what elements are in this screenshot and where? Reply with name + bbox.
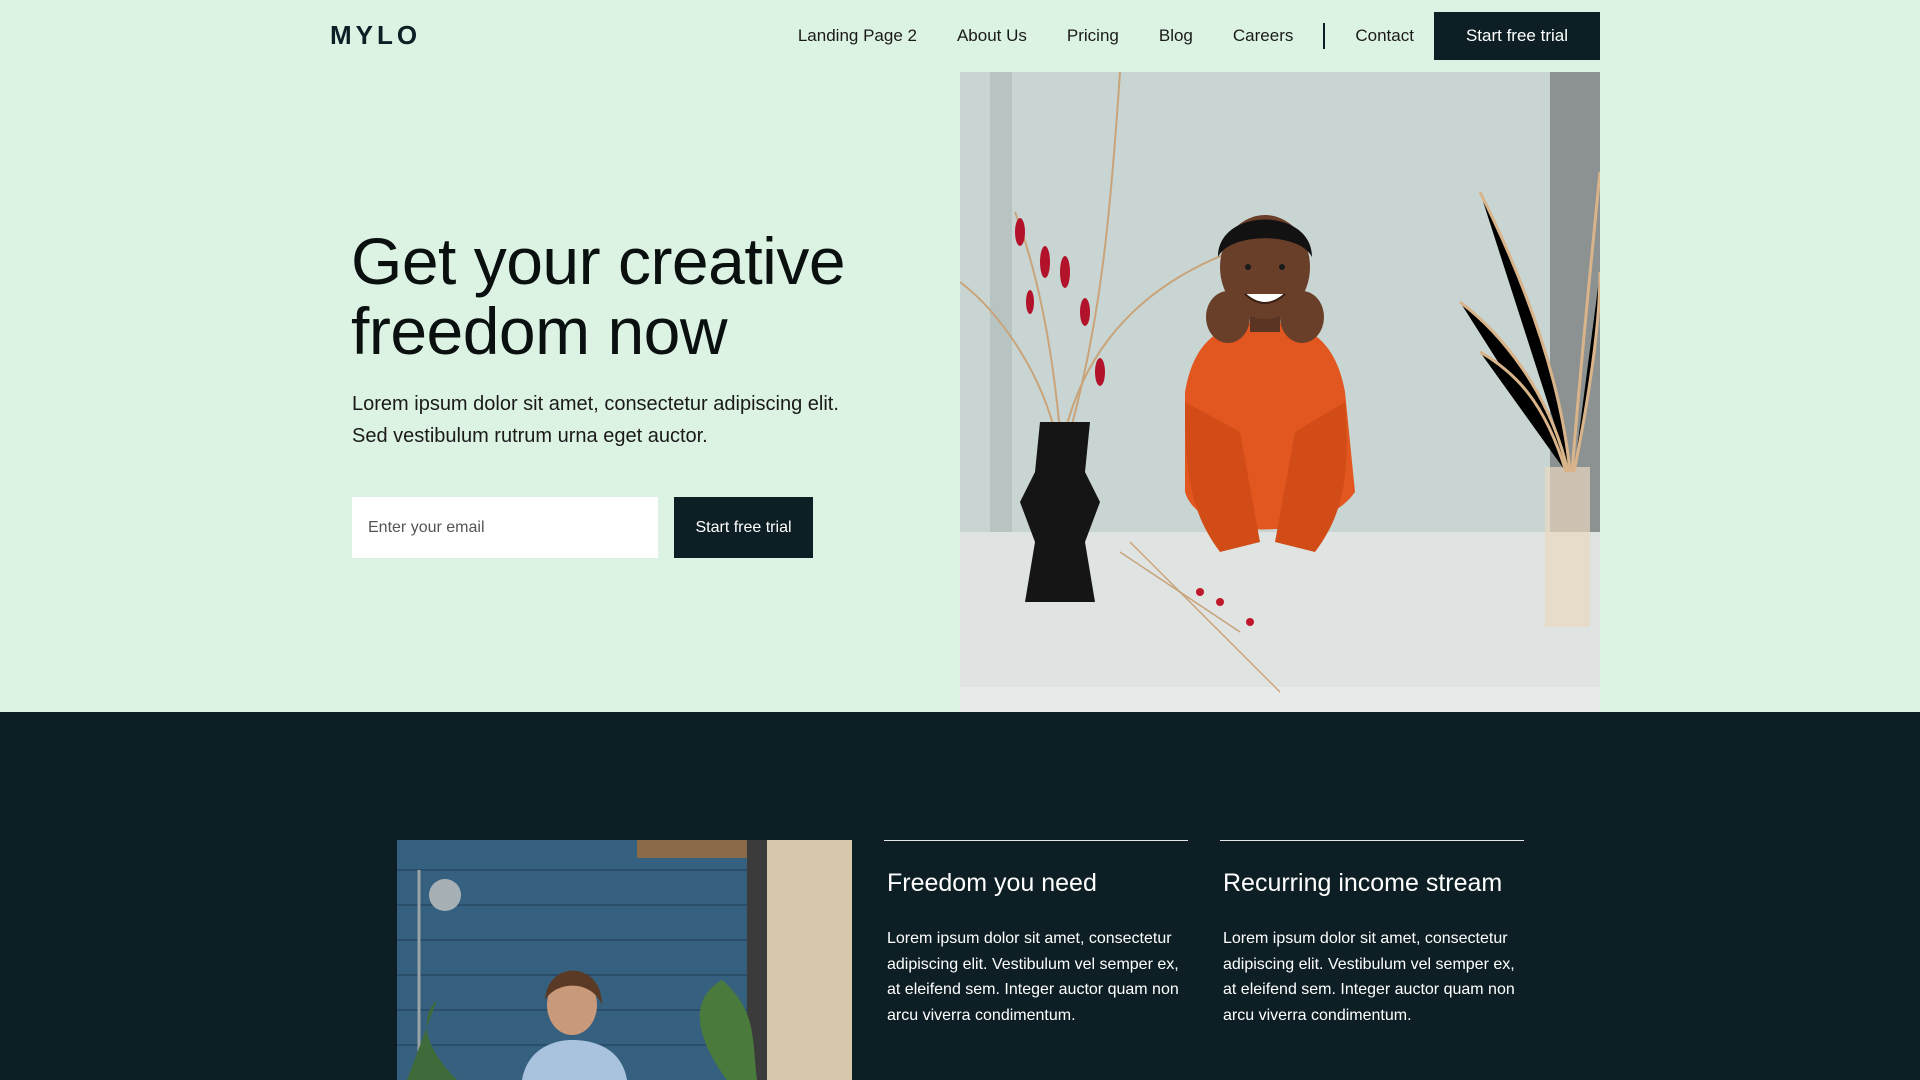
nav-link-careers[interactable]: Careers: [1233, 26, 1293, 46]
hero-photo-woman-orange-sweater: [960, 72, 1600, 712]
hero-start-free-trial-button[interactable]: Start free trial: [674, 497, 813, 558]
nav-link-landing-page-2[interactable]: Landing Page 2: [798, 26, 917, 46]
hero-section: MYLO Landing Page 2 About Us Pricing Blo…: [0, 0, 1920, 712]
feature-photo-illustration: [397, 840, 852, 1080]
email-input[interactable]: [352, 497, 658, 558]
nav-link-contact[interactable]: Contact: [1355, 26, 1414, 46]
feature-photo-man-brick-wall: [397, 840, 852, 1080]
feature-card-recurring-income: Recurring income stream Lorem ipsum dolo…: [1220, 840, 1524, 1028]
nav-divider: [1323, 23, 1326, 49]
main-nav: Landing Page 2 About Us Pricing Blog Car…: [798, 12, 1600, 60]
hero-photo-illustration: [960, 72, 1600, 712]
hero-title: Get your creative freedom now: [351, 224, 846, 368]
nav-link-blog[interactable]: Blog: [1159, 26, 1193, 46]
feature-body: Lorem ipsum dolor sit amet, consectetur …: [1223, 930, 1515, 1024]
feature-title: Recurring income stream: [1223, 869, 1503, 897]
feature-title: Freedom you need: [887, 869, 1097, 897]
nav-link-pricing[interactable]: Pricing: [1067, 26, 1119, 46]
nav-link-about-us[interactable]: About Us: [957, 26, 1027, 46]
feature-card-freedom: Freedom you need Lorem ipsum dolor sit a…: [884, 840, 1188, 1028]
logo[interactable]: MYLO: [330, 20, 421, 51]
feature-body: Lorem ipsum dolor sit amet, consectetur …: [887, 930, 1179, 1024]
hero-subtitle: Lorem ipsum dolor sit amet, consectetur …: [352, 393, 839, 447]
nav-start-free-trial-button[interactable]: Start free trial: [1433, 12, 1600, 60]
